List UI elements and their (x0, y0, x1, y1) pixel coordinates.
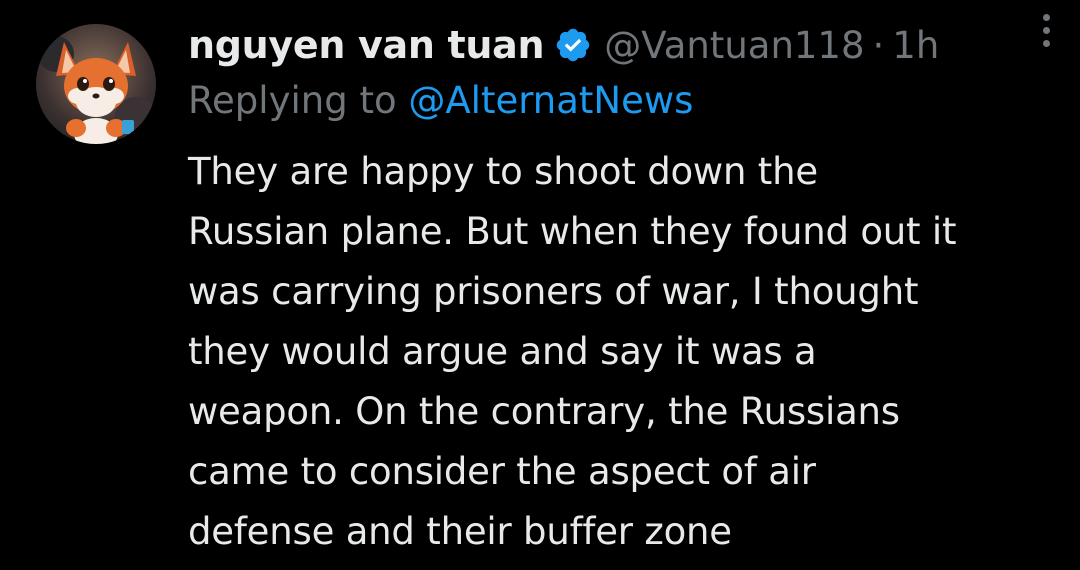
tweet-text-line: defense and their buffer zone (188, 510, 732, 553)
tweet-text-line: they would argue and say it was a (188, 330, 817, 373)
avatar[interactable] (36, 24, 156, 144)
reply-prefix: Replying to (188, 79, 397, 122)
tweet-text-line: Russian plane. But when they found out i… (188, 210, 957, 253)
more-dot (1042, 39, 1050, 47)
tweet-text: They are happy to shoot down the Russian… (188, 142, 1048, 562)
more-options-icon[interactable] (1026, 10, 1066, 50)
tweet[interactable]: nguyen van tuan @Vantuan118 · 1h Replyin… (0, 0, 1080, 570)
tweet-text-line: was carrying prisoners of war, I thought (188, 270, 919, 313)
tweet-text-line: weapon. On the contrary, the Russians (188, 390, 900, 433)
user-handle[interactable]: @Vantuan118 (604, 24, 864, 67)
tweet-content: nguyen van tuan @Vantuan118 · 1h Replyin… (188, 18, 1058, 562)
separator-dot: · (872, 23, 885, 67)
tweet-text-line: They are happy to shoot down the (188, 150, 818, 193)
tweet-text-line: came to consider the aspect of air (188, 450, 816, 493)
tweet-header: nguyen van tuan @Vantuan118 · 1h (188, 18, 1058, 72)
verified-badge-icon[interactable] (554, 26, 592, 64)
display-name[interactable]: nguyen van tuan (188, 23, 545, 67)
timestamp[interactable]: 1h (892, 24, 939, 67)
reply-context: Replying to @AlternatNews (188, 76, 1058, 126)
more-dot (1042, 26, 1050, 34)
more-dot (1042, 13, 1050, 21)
fox-avatar-icon (38, 36, 156, 144)
reply-to-link[interactable]: @AlternatNews (408, 79, 693, 122)
